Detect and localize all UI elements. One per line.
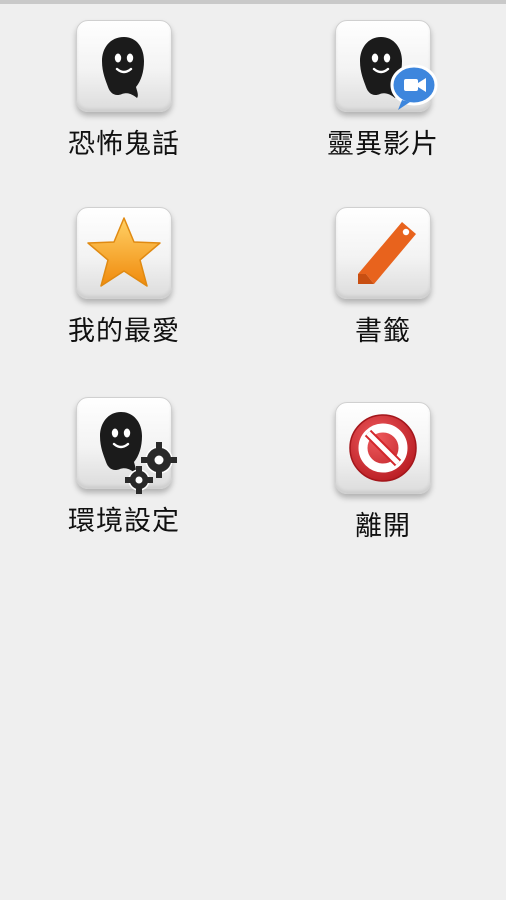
menu-item-ghost-videos[interactable]: 靈異影片: [308, 20, 458, 161]
menu-item-label: 書籤: [355, 316, 411, 347]
menu-item-label: 恐怖鬼話: [68, 129, 180, 160]
menu-item-label: 我的最愛: [68, 316, 180, 347]
menu-item-label: 靈異影片: [327, 129, 439, 160]
status-bar-strip: [0, 0, 506, 4]
bookmark-icon: [335, 207, 431, 299]
menu-item-exit[interactable]: 離開: [308, 402, 458, 543]
menu-item-bookmarks[interactable]: 書籤: [308, 207, 458, 348]
ghost-settings-icon: [76, 397, 177, 494]
menu-item-favorites[interactable]: 我的最愛: [49, 207, 199, 348]
exit-icon: [335, 402, 431, 494]
ghost-icon: [76, 20, 172, 112]
star-icon: [76, 207, 172, 299]
menu-item-label: 環境設定: [68, 506, 180, 537]
menu-item-horror-stories[interactable]: 恐怖鬼話: [49, 20, 199, 161]
ghost-video-icon: [335, 20, 438, 112]
menu-item-label: 離開: [355, 511, 411, 542]
menu-item-settings[interactable]: 環境設定: [49, 397, 199, 538]
